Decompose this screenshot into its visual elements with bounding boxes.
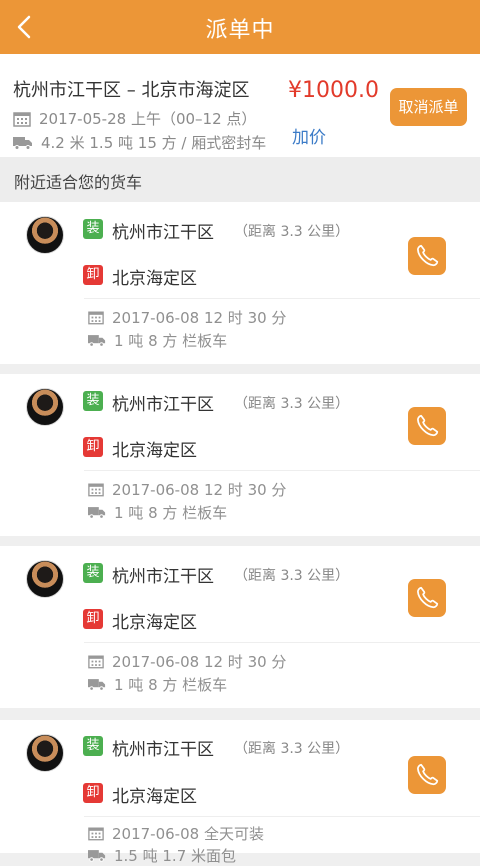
header-bar: 派单中 <box>0 0 480 54</box>
truck-spec-row: 1.5 吨 1.7 米面包 <box>88 845 236 866</box>
truck-date-row: 2017-06-08 12 时 30 分 <box>88 479 286 500</box>
order-price: ¥1000.0 <box>288 78 379 103</box>
divider <box>84 470 480 471</box>
truck-to: 北京海定区 <box>112 269 197 289</box>
unload-badge: 卸 <box>83 437 103 457</box>
nearby-trucks-header: 附近适合您的货车 <box>0 157 480 202</box>
truck-card[interactable]: 装 杭州市江干区 （距离 3.3 公里） 卸 北京海定区 2017-06-08 … <box>0 374 480 536</box>
avatar <box>26 216 64 254</box>
truck-icon <box>88 679 106 691</box>
phone-icon <box>417 244 439 267</box>
truck-icon <box>13 136 32 150</box>
truck-spec: 1 吨 8 方 栏板车 <box>114 676 228 694</box>
truck-date-row: 2017-06-08 12 时 30 分 <box>88 651 286 672</box>
unload-badge: 卸 <box>83 265 103 285</box>
truck-date-row: 2017-06-08 全天可装 <box>88 823 264 844</box>
calendar-icon <box>88 483 104 497</box>
order-summary: 杭州市江干区 – 北京市海淀区 2017-05-28 上午（00–12 点） 4… <box>0 54 480 157</box>
truck-date: 2017-06-08 12 时 30 分 <box>112 481 287 499</box>
avatar <box>26 388 64 426</box>
truck-card[interactable]: 装 杭州市江干区 （距离 3.3 公里） 卸 北京海定区 2017-06-08 … <box>0 546 480 708</box>
section-title: 附近适合您的货车 <box>14 173 143 192</box>
truck-date: 2017-06-08 全天可装 <box>112 825 264 843</box>
unload-badge: 卸 <box>83 609 103 629</box>
load-badge: 装 <box>83 563 103 583</box>
calendar-icon <box>88 655 104 669</box>
order-date: 2017-05-28 上午（00–12 点） <box>39 110 257 128</box>
truck-distance: （距离 3.3 公里） <box>234 568 350 584</box>
load-badge: 装 <box>83 391 103 411</box>
truck-date-row: 2017-06-08 12 时 30 分 <box>88 307 286 328</box>
truck-spec-row: 1 吨 8 方 栏板车 <box>88 502 227 523</box>
call-button[interactable] <box>408 407 446 445</box>
load-badge: 装 <box>83 736 103 756</box>
truck-from: 杭州市江干区 <box>112 740 214 760</box>
truck-spec-row: 1 吨 8 方 栏板车 <box>88 330 227 351</box>
truck-from: 杭州市江干区 <box>112 223 214 243</box>
avatar <box>26 560 64 598</box>
phone-icon <box>417 763 439 786</box>
call-button[interactable] <box>408 756 446 794</box>
truck-spec: 1 吨 8 方 栏板车 <box>114 332 228 350</box>
divider <box>84 816 480 817</box>
divider <box>84 298 480 299</box>
truck-spec-row: 1 吨 8 方 栏板车 <box>88 674 227 695</box>
truck-to: 北京海定区 <box>112 613 197 633</box>
page-title: 派单中 <box>205 18 275 43</box>
calendar-icon <box>13 111 31 127</box>
unload-badge: 卸 <box>83 783 103 803</box>
calendar-icon <box>88 311 104 325</box>
truck-from: 杭州市江干区 <box>112 567 214 587</box>
divider <box>84 642 480 643</box>
truck-icon <box>88 507 106 519</box>
load-badge: 装 <box>83 219 103 239</box>
truck-spec: 1.5 吨 1.7 米面包 <box>114 847 237 865</box>
truck-card[interactable]: 装 杭州市江干区 （距离 3.3 公里） 卸 北京海定区 2017-06-08 … <box>0 720 480 865</box>
truck-date: 2017-06-08 12 时 30 分 <box>112 309 287 327</box>
truck-spec: 1 吨 8 方 栏板车 <box>114 504 228 522</box>
truck-icon <box>88 850 106 862</box>
truck-distance: （距离 3.3 公里） <box>234 224 350 240</box>
order-spec-row: 4.2 米 1.5 吨 15 方 / 厢式密封车 <box>13 132 266 153</box>
truck-card[interactable]: 装 杭州市江干区 （距离 3.3 公里） 卸 北京海定区 2017-06-08 … <box>0 202 480 364</box>
order-spec: 4.2 米 1.5 吨 15 方 / 厢式密封车 <box>41 134 267 152</box>
avatar <box>26 734 64 772</box>
phone-icon <box>417 414 439 437</box>
cancel-dispatch-button[interactable]: 取消派单 <box>390 88 467 126</box>
order-route: 杭州市江干区 – 北京市海淀区 <box>13 80 250 101</box>
call-button[interactable] <box>408 579 446 617</box>
truck-date: 2017-06-08 12 时 30 分 <box>112 653 287 671</box>
truck-distance: （距离 3.3 公里） <box>234 741 350 757</box>
phone-icon <box>417 586 439 609</box>
truck-from: 杭州市江干区 <box>112 395 214 415</box>
truck-to: 北京海定区 <box>112 441 197 461</box>
truck-distance: （距离 3.3 公里） <box>234 396 350 412</box>
order-date-row: 2017-05-28 上午（00–12 点） <box>13 108 256 129</box>
call-button[interactable] <box>408 237 446 275</box>
add-price-link[interactable]: 加价 <box>292 123 326 148</box>
calendar-icon <box>88 827 104 841</box>
truck-to: 北京海定区 <box>112 787 197 807</box>
truck-icon <box>88 335 106 347</box>
